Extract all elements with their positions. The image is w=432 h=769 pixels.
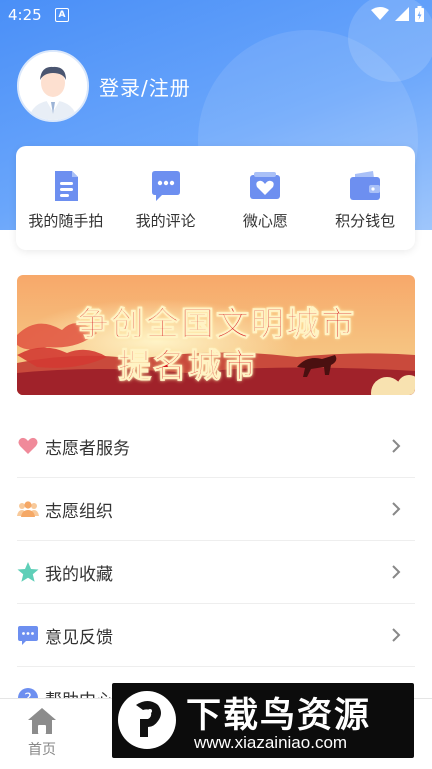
group-icon: [17, 501, 39, 517]
menu-item-feedback[interactable]: 意见反馈: [17, 604, 415, 667]
menu-item-favorites[interactable]: 我的收藏: [17, 541, 415, 604]
document-icon: [54, 171, 78, 201]
watermark-url: www.xiazainiao.com: [194, 733, 348, 752]
quick-action-wallet[interactable]: 积分钱包: [315, 146, 415, 250]
watermark-title: 下载鸟资源: [186, 696, 372, 736]
status-time: 4:25: [8, 6, 42, 24]
promo-banner[interactable]: 争创全国文明城市 提名城市: [17, 275, 415, 395]
menu-item-label: 志愿组织: [45, 501, 113, 522]
notification-icon: A: [55, 8, 69, 22]
feedback-icon: [18, 626, 38, 645]
heart-icon: [18, 437, 38, 454]
chevron-right-icon: [392, 628, 401, 642]
login-register-link[interactable]: 登录/注册: [99, 72, 191, 101]
bird-logo-icon: [118, 691, 176, 749]
heart-card-icon: [250, 172, 281, 199]
banner-headline: 争创全国文明城市: [76, 304, 356, 344]
signal-icon: [395, 7, 409, 21]
menu-list: 志愿者服务 志愿组织 我的收藏 意见反馈 ? 帮助中心: [17, 415, 415, 729]
status-indicators: [371, 6, 424, 22]
banner-subheadline: 提名城市: [118, 346, 258, 386]
chevron-right-icon: [392, 502, 401, 516]
wifi-icon: [371, 7, 389, 20]
menu-item-volunteer-organization[interactable]: 志愿组织: [17, 478, 415, 541]
menu-item-label: 意见反馈: [45, 627, 113, 648]
quick-action-label: 我的评论: [135, 212, 196, 230]
star-icon: [17, 562, 39, 582]
profile-section[interactable]: 登录/注册: [17, 50, 191, 122]
chevron-right-icon: [392, 439, 401, 453]
quick-action-comments[interactable]: 我的评论: [116, 146, 216, 250]
quick-action-label: 我的随手拍: [28, 212, 104, 230]
menu-item-volunteer-service[interactable]: 志愿者服务: [17, 415, 415, 478]
avatar[interactable]: [17, 50, 89, 122]
tab-home-label: 首页: [28, 742, 56, 758]
chevron-right-icon: [392, 565, 401, 579]
quick-actions-card: 我的随手拍 我的评论 微心愿 积分钱包: [16, 146, 415, 250]
menu-item-label: 志愿者服务: [45, 438, 130, 459]
quick-action-wish[interactable]: 微心愿: [216, 146, 316, 250]
home-icon: [28, 708, 56, 734]
tab-home[interactable]: 首页: [14, 707, 70, 759]
default-avatar-icon: [19, 52, 87, 120]
quick-action-label: 积分钱包: [335, 212, 396, 230]
status-bar: 4:25 A: [0, 0, 432, 30]
wallet-icon: [350, 171, 381, 200]
menu-item-label: 我的收藏: [45, 564, 113, 585]
battery-icon: [415, 6, 424, 22]
quick-action-label: 微心愿: [242, 212, 288, 230]
quick-action-photo[interactable]: 我的随手拍: [16, 146, 116, 250]
comment-icon: [151, 171, 180, 201]
watermark-overlay: 下载鸟资源 www.xiazainiao.com: [112, 683, 414, 758]
